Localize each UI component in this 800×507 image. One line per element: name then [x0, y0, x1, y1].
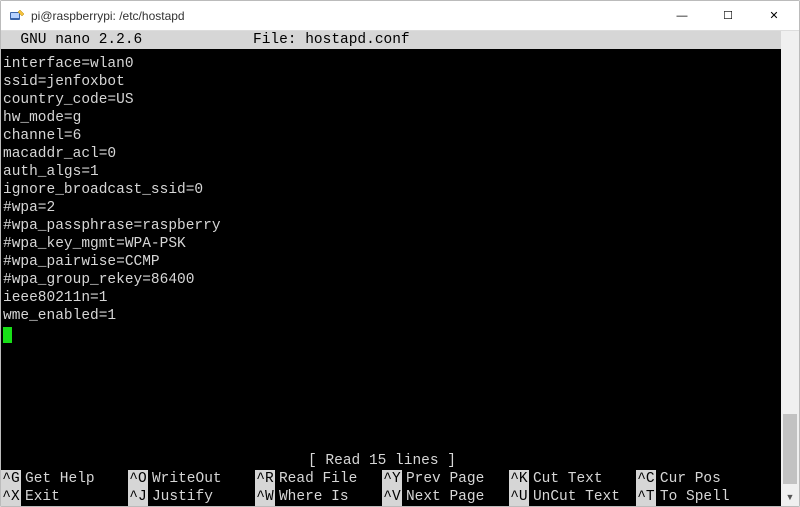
editor-line: hw_mode=g [3, 109, 779, 127]
shortcut-key: ^C [636, 470, 656, 488]
cursor [3, 327, 12, 343]
shortcut-label: UnCut Text [529, 488, 620, 506]
shortcut-label: Get Help [21, 470, 95, 488]
shortcut-uncut-text[interactable]: ^UUnCut Text [509, 488, 636, 506]
editor-area[interactable]: interface=wlan0 ssid=jenfoxbot country_c… [1, 49, 781, 343]
terminal[interactable]: GNU nano 2.2.6 File: hostapd.conf interf… [1, 31, 781, 506]
editor-line: #wpa_passphrase=raspberry [3, 217, 779, 235]
editor-cursor-line [3, 325, 779, 343]
nano-shortcuts: ^GGet Help ^OWriteOut ^RRead File ^YPrev… [1, 470, 763, 506]
shortcut-read-file[interactable]: ^RRead File [255, 470, 382, 488]
editor-line: country_code=US [3, 91, 779, 109]
shortcut-label: Read File [275, 470, 357, 488]
shortcut-key: ^K [509, 470, 529, 488]
shortcut-label: Cut Text [529, 470, 603, 488]
editor-line: wme_enabled=1 [3, 307, 779, 325]
shortcut-key: ^J [128, 488, 148, 506]
shortcut-label: Prev Page [402, 470, 484, 488]
app-window: pi@raspberrypi: /etc/hostapd — ☐ ✕ GNU n… [0, 0, 800, 507]
shortcut-cut-text[interactable]: ^KCut Text [509, 470, 636, 488]
nano-app-name: GNU nano 2.2.6 [3, 31, 253, 49]
shortcut-label: Where Is [275, 488, 349, 506]
shortcut-row-2: ^XExit ^JJustify ^WWhere Is ^VNext Page … [1, 488, 763, 506]
editor-line: ignore_broadcast_ssid=0 [3, 181, 779, 199]
nano-header: GNU nano 2.2.6 File: hostapd.conf [1, 31, 781, 49]
shortcut-to-spell[interactable]: ^TTo Spell [636, 488, 763, 506]
scrollbar-down-icon[interactable]: ▼ [781, 488, 799, 506]
window-title: pi@raspberrypi: /etc/hostapd [31, 9, 659, 23]
shortcut-key: ^V [382, 488, 402, 506]
window-controls: — ☐ ✕ [659, 1, 797, 30]
editor-line: ieee80211n=1 [3, 289, 779, 307]
shortcut-writeout[interactable]: ^OWriteOut [128, 470, 255, 488]
shortcut-cur-pos[interactable]: ^CCur Pos [636, 470, 763, 488]
shortcut-where-is[interactable]: ^WWhere Is [255, 488, 382, 506]
shortcut-get-help[interactable]: ^GGet Help [1, 470, 128, 488]
shortcut-exit[interactable]: ^XExit [1, 488, 128, 506]
shortcut-row-1: ^GGet Help ^OWriteOut ^RRead File ^YPrev… [1, 470, 763, 488]
editor-line: ssid=jenfoxbot [3, 73, 779, 91]
titlebar[interactable]: pi@raspberrypi: /etc/hostapd — ☐ ✕ [1, 1, 799, 31]
shortcut-next-page[interactable]: ^VNext Page [382, 488, 509, 506]
shortcut-key: ^W [255, 488, 275, 506]
close-button[interactable]: ✕ [751, 1, 797, 30]
editor-line: #wpa_pairwise=CCMP [3, 253, 779, 271]
shortcut-key: ^Y [382, 470, 402, 488]
app-icon [9, 8, 25, 24]
editor-line: auth_algs=1 [3, 163, 779, 181]
editor-line: macaddr_acl=0 [3, 145, 779, 163]
shortcut-key: ^R [255, 470, 275, 488]
shortcut-key: ^X [1, 488, 21, 506]
shortcut-label: Cur Pos [656, 470, 721, 488]
editor-line: #wpa_group_rekey=86400 [3, 271, 779, 289]
editor-line: interface=wlan0 [3, 55, 779, 73]
shortcut-key: ^O [128, 470, 148, 488]
shortcut-label: Next Page [402, 488, 484, 506]
terminal-wrap: GNU nano 2.2.6 File: hostapd.conf interf… [1, 31, 799, 506]
status-text: [ Read 15 lines ] [308, 452, 456, 470]
editor-line: #wpa_key_mgmt=WPA-PSK [3, 235, 779, 253]
shortcut-prev-page[interactable]: ^YPrev Page [382, 470, 509, 488]
shortcut-label: To Spell [656, 488, 730, 506]
terminal-scrollbar[interactable]: ▼ [781, 31, 799, 506]
shortcut-label: Justify [148, 488, 213, 506]
nano-file-label: File: hostapd.conf [253, 31, 410, 49]
maximize-button[interactable]: ☐ [705, 1, 751, 30]
nano-status: [ Read 15 lines ] [1, 452, 763, 470]
shortcut-key: ^G [1, 470, 21, 488]
editor-line: #wpa=2 [3, 199, 779, 217]
shortcut-key: ^T [636, 488, 656, 506]
minimize-button[interactable]: — [659, 1, 705, 30]
shortcut-justify[interactable]: ^JJustify [128, 488, 255, 506]
editor-line: channel=6 [3, 127, 779, 145]
shortcut-key: ^U [509, 488, 529, 506]
shortcut-label: WriteOut [148, 470, 222, 488]
shortcut-label: Exit [21, 488, 60, 506]
scrollbar-thumb[interactable] [783, 414, 797, 484]
